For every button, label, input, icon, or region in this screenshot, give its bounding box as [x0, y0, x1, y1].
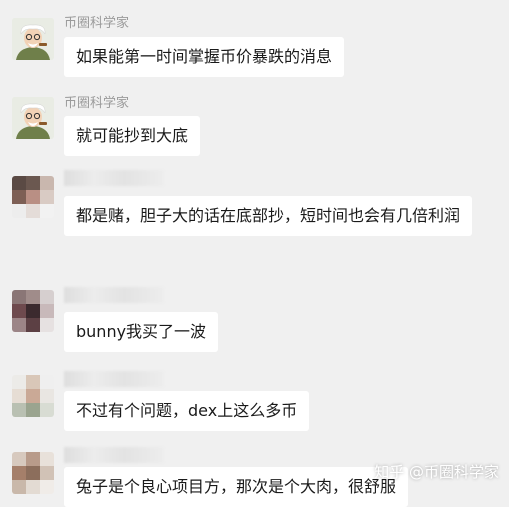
watermark: 知乎 @币圈科学家	[374, 463, 499, 481]
user-avatar[interactable]	[12, 290, 54, 332]
user-avatar[interactable]	[12, 452, 54, 494]
blurred-sender-name	[64, 287, 164, 303]
blurred-sender-name	[64, 371, 164, 387]
sender-name: 币圈科学家	[64, 16, 130, 31]
message-bubble: bunny我买了一波	[64, 312, 219, 352]
message-bubble: 就可能抄到大底	[64, 116, 201, 156]
blurred-sender-name	[64, 170, 164, 186]
user-avatar[interactable]	[12, 375, 54, 417]
scientist-avatar[interactable]	[12, 97, 54, 139]
message-bubble: 如果能第一时间掌握币价暴跌的消息	[64, 37, 345, 77]
scientist-avatar[interactable]	[12, 18, 54, 60]
scientist-avatar-icon	[12, 97, 54, 139]
blurred-sender-name	[64, 447, 164, 463]
scientist-avatar-icon	[12, 18, 54, 60]
user-avatar[interactable]	[12, 176, 54, 218]
message-bubble: 兔子是个良心项目方，那次是个大肉，很舒服	[64, 467, 409, 507]
message-bubble: 都是赌，胆子大的话在底部抄，短时间也会有几倍利润	[64, 196, 473, 236]
sender-name: 币圈科学家	[64, 96, 130, 111]
message-bubble: 不过有个问题，dex上这么多币	[64, 391, 310, 431]
